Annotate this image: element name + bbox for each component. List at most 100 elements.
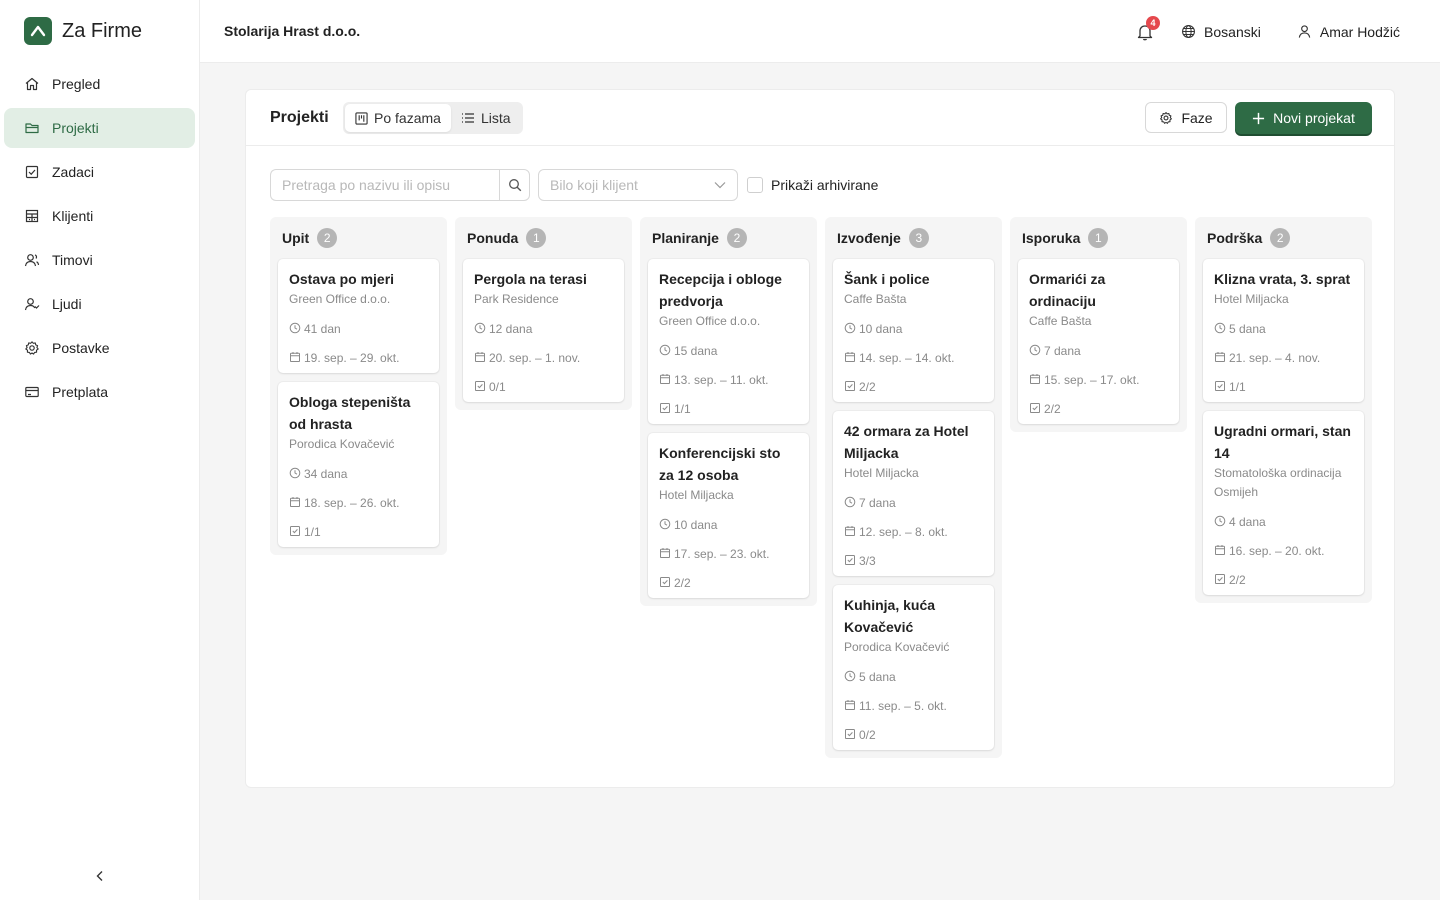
project-card[interactable]: Konferencijski sto za 12 osoba Hotel Milj… <box>648 433 809 598</box>
sidebar-nav: Pregled Projekti Zadaci Klijenti Timovi … <box>0 64 199 412</box>
sidebar-item-projekti[interactable]: Projekti <box>4 108 195 148</box>
building-icon <box>24 208 40 224</box>
view-list-button[interactable]: Lista <box>451 104 521 132</box>
project-card[interactable]: Obloga stepeništa od hrasta Porodica Kova… <box>278 382 439 547</box>
chevron-left-icon <box>96 871 103 881</box>
project-card[interactable]: Klizna vrata, 3. sprat Hotel Miljacka 5 da… <box>1203 259 1364 402</box>
checkbox-icon <box>659 402 674 417</box>
project-dates: 20. sep. – 1. nov. <box>474 351 613 365</box>
project-client: Hotel Miljacka <box>1214 292 1289 306</box>
project-card[interactable]: Ormarići za ordinaciju Caffe Bašta 7 dana 1… <box>1018 259 1179 424</box>
sidebar-item-postavke[interactable]: Postavke <box>4 328 195 368</box>
project-duration: 4 dana <box>1214 515 1353 529</box>
new-project-button[interactable]: Novi projekat <box>1235 102 1372 134</box>
project-title: Recepcija i obloge predvorja <box>659 271 782 309</box>
show-archived-toggle[interactable]: Prikaži arhivirane <box>747 177 878 193</box>
project-dates: 16. sep. – 20. okt. <box>1214 544 1353 558</box>
project-client: Hotel Miljacka <box>844 466 919 480</box>
calendar-icon <box>844 351 859 366</box>
project-card[interactable]: Šank i police Caffe Bašta 10 dana 14. sep. … <box>833 259 994 402</box>
phase-column: Ponuda 1 Pergola na terasi Park Residence 12… <box>455 217 632 410</box>
clock-icon <box>844 496 859 511</box>
tasks-text: 3/3 <box>859 554 876 568</box>
dates-text: 20. sep. – 1. nov. <box>489 351 581 365</box>
gear-icon <box>1160 111 1173 124</box>
tasks-text: 2/2 <box>1044 402 1061 416</box>
sidebar-item-klijenti[interactable]: Klijenti <box>4 196 195 236</box>
search-input[interactable] <box>270 169 499 201</box>
sidebar-item-label: Pregled <box>52 76 101 92</box>
team-icon <box>24 252 40 268</box>
show-archived-checkbox[interactable] <box>747 177 763 193</box>
language-selector[interactable]: Bosanski <box>1181 24 1261 40</box>
project-client: Caffe Bašta <box>1029 314 1092 328</box>
tasks-text: 1/1 <box>674 402 691 416</box>
sidebar-item-label: Ljudi <box>52 296 82 312</box>
sidebar-item-zadaci[interactable]: Zadaci <box>4 152 195 192</box>
client-filter-select[interactable]: Bilo koji klijent <box>538 169 738 201</box>
sidebar-item-label: Postavke <box>52 340 110 356</box>
checkbox-icon <box>844 728 859 743</box>
project-client: Porodica Kovačević <box>844 640 950 654</box>
notifications-button[interactable]: 4 <box>1137 15 1161 41</box>
clock-icon <box>659 518 674 533</box>
project-card[interactable]: Ostava po mjeri Green Office d.o.o. 41 dan… <box>278 259 439 373</box>
checkbox-icon <box>659 576 674 591</box>
phases-settings-button[interactable]: Faze <box>1145 102 1227 133</box>
phase-title: Izvođenje <box>837 230 901 246</box>
phase-count-badge: 1 <box>1088 228 1109 248</box>
collapse-sidebar-button[interactable] <box>90 866 110 886</box>
clock-icon <box>474 322 489 337</box>
sidebar-item-label: Zadaci <box>52 164 95 180</box>
gear-icon <box>24 340 40 356</box>
home-icon <box>24 76 40 92</box>
checkbox-icon <box>844 554 859 569</box>
project-card[interactable]: 42 ormara za Hotel Miljacka Hotel Miljack… <box>833 411 994 576</box>
phases-button-label: Faze <box>1181 109 1213 126</box>
project-duration: 5 dana <box>1214 322 1353 336</box>
phase-title: Podrška <box>1207 230 1263 246</box>
view-phases-button[interactable]: Po fazama <box>345 104 451 132</box>
user-icon <box>1298 25 1311 38</box>
project-card[interactable]: Pergola na terasi Park Residence 12 dana 20… <box>463 259 624 402</box>
checkbox-icon <box>289 525 304 540</box>
project-tasks: 2/2 <box>1029 402 1168 416</box>
phase-count-badge: 3 <box>908 228 929 248</box>
project-card[interactable]: Recepcija i obloge predvorja Green Office… <box>648 259 809 424</box>
project-tasks: 2/2 <box>1214 573 1353 587</box>
phase-title: Planiranje <box>652 230 719 246</box>
checkbox-icon <box>1029 402 1044 417</box>
sidebar-item-pregled[interactable]: Pregled <box>4 64 195 104</box>
brand[interactable]: Za Firme <box>0 0 199 62</box>
duration-text: 34 dana <box>304 467 348 481</box>
search-button[interactable] <box>499 169 530 201</box>
project-dates: 12. sep. – 8. okt. <box>844 525 983 539</box>
phase-column: Planiranje 2 Recepcija i obloge predvorja G… <box>640 217 817 606</box>
sidebar-item-label: Timovi <box>52 252 93 268</box>
chevron-down-icon <box>714 182 726 189</box>
client-filter-placeholder: Bilo koji klijent <box>550 177 638 193</box>
projects-panel: Projekti Po fazama Lista Faze Novi proje… <box>245 89 1395 788</box>
sidebar-item-label: Klijenti <box>52 208 94 224</box>
phase-column: Izvođenje 3 Šank i police Caffe Bašta 10 dan… <box>825 217 1002 758</box>
phase-column-header: Isporuka 1 <box>1018 217 1179 259</box>
project-card[interactable]: Kuhinja, kuća Kovačević Porodica Kovačevi… <box>833 585 994 750</box>
project-client: Caffe Bašta <box>844 292 907 306</box>
phase-title: Ponuda <box>467 230 519 246</box>
tasks-text: 1/1 <box>304 525 321 539</box>
project-title: Šank i police <box>844 271 930 287</box>
project-card[interactable]: Ugradni ormari, stan 14 Stomatološka ordi… <box>1203 411 1364 595</box>
phase-count-badge: 2 <box>1270 228 1291 248</box>
project-tasks: 1/1 <box>289 525 428 539</box>
calendar-icon <box>1029 373 1044 388</box>
sidebar-item-ljudi[interactable]: Ljudi <box>4 284 195 324</box>
clock-icon <box>844 322 859 337</box>
checkbox-icon <box>474 380 489 395</box>
sidebar-item-timovi[interactable]: Timovi <box>4 240 195 280</box>
project-client: Stomatološka ordinacija Osmijeh <box>1214 466 1342 499</box>
user-menu[interactable]: Amar Hodžić <box>1297 24 1400 40</box>
dates-text: 21. sep. – 4. nov. <box>1229 351 1321 365</box>
duration-text: 12 dana <box>489 322 533 336</box>
sidebar-item-pretplata[interactable]: Pretplata <box>4 372 195 412</box>
phase-column-header: Planiranje 2 <box>648 217 809 259</box>
